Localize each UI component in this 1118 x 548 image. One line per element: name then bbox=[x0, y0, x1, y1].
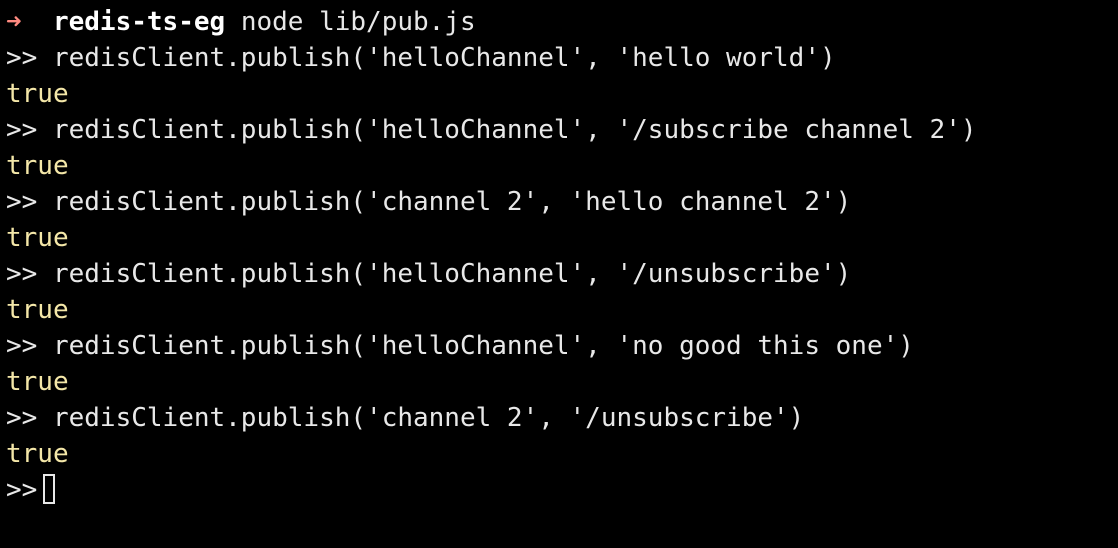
repl-prompt: >> bbox=[6, 43, 38, 73]
active-prompt-line[interactable]: >> bbox=[6, 472, 1118, 508]
repl-input-line: >> redisClient.publish('channel 2', '/un… bbox=[6, 400, 1118, 436]
repl-output: true bbox=[6, 295, 69, 325]
current-directory: redis-ts-eg bbox=[52, 7, 226, 37]
repl-output: true bbox=[6, 79, 69, 109]
repl-input: redisClient.publish('helloChannel', '/un… bbox=[52, 259, 852, 289]
repl-output: true bbox=[6, 151, 69, 181]
repl-prompt: >> bbox=[6, 187, 38, 217]
shell-prompt-line: ➜ redis-ts-eg node lib/pub.js bbox=[6, 4, 1118, 40]
text-cursor[interactable] bbox=[43, 474, 56, 504]
shell-command: node lib/pub.js bbox=[240, 7, 476, 37]
repl-output: true bbox=[6, 223, 69, 253]
repl-output: true bbox=[6, 367, 69, 397]
repl-input: redisClient.publish('helloChannel', '/su… bbox=[52, 115, 977, 145]
repl-input: redisClient.publish('helloChannel', 'hel… bbox=[52, 43, 836, 73]
repl-input: redisClient.publish('helloChannel', 'no … bbox=[52, 331, 914, 361]
terminal-window[interactable]: ➜ redis-ts-eg node lib/pub.js >> redisCl… bbox=[0, 0, 1118, 548]
repl-input-line: >> redisClient.publish('channel 2', 'hel… bbox=[6, 184, 1118, 220]
repl-prompt: >> bbox=[6, 331, 38, 361]
repl-output: true bbox=[6, 439, 69, 469]
repl-input: redisClient.publish('channel 2', 'hello … bbox=[52, 187, 852, 217]
repl-prompt: >> bbox=[6, 403, 38, 433]
repl-prompt: >> bbox=[6, 259, 38, 289]
repl-input: redisClient.publish('channel 2', '/unsub… bbox=[52, 403, 805, 433]
repl-input-line: >> redisClient.publish('helloChannel', '… bbox=[6, 328, 1118, 364]
repl-input-line: >> redisClient.publish('helloChannel', '… bbox=[6, 112, 1118, 148]
repl-prompt: >> bbox=[6, 475, 38, 505]
prompt-arrow-icon: ➜ bbox=[6, 7, 22, 37]
repl-input-line: >> redisClient.publish('helloChannel', '… bbox=[6, 40, 1118, 76]
repl-prompt: >> bbox=[6, 115, 38, 145]
repl-input-line: >> redisClient.publish('helloChannel', '… bbox=[6, 256, 1118, 292]
